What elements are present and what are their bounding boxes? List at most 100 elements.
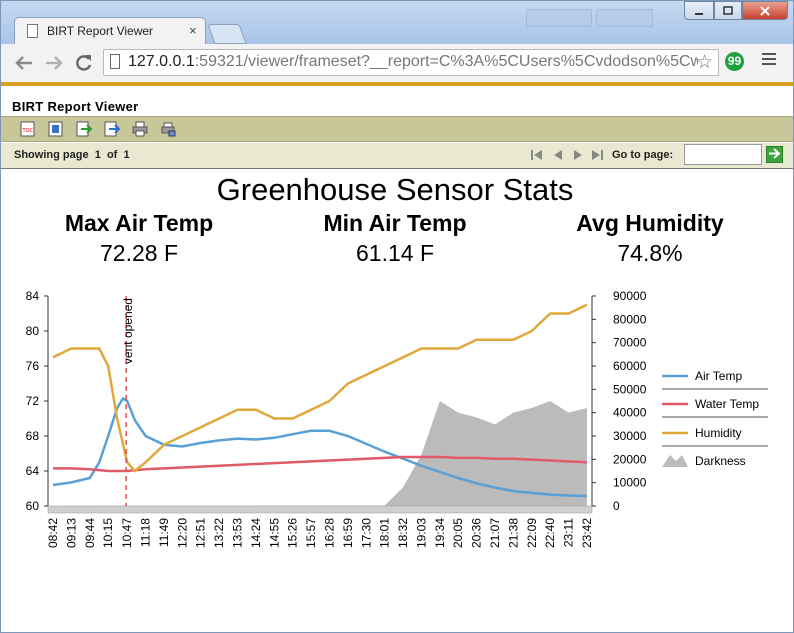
browser-toolbar: 127.0.0.1:59321/viewer/frameset?__report… xyxy=(0,44,794,82)
reload-icon[interactable] xyxy=(75,54,93,72)
url-text[interactable]: 127.0.0.1:59321/viewer/frameset?__report… xyxy=(128,53,698,71)
page-info: Showing page 1 of 1 xyxy=(14,149,130,161)
x-tick-label: 21:07 xyxy=(488,518,502,548)
browser-window: BIRT Report Viewer × 127.0.0.1:59321/vie… xyxy=(0,0,794,633)
y-right-tick-label: 90000 xyxy=(613,289,647,303)
y-left-tick-label: 64 xyxy=(26,464,40,478)
viewer-title: BIRT Report Viewer xyxy=(12,99,139,114)
current-page: 1 xyxy=(94,149,101,161)
x-tick-label: 08:42 xyxy=(46,518,60,548)
legend-swatch-darkness xyxy=(662,455,688,467)
of-label: of xyxy=(106,149,118,161)
x-tick-label: 10:47 xyxy=(120,518,134,548)
x-tick-label: 14:24 xyxy=(249,518,263,548)
toc-icon[interactable]: TOC xyxy=(20,121,36,137)
x-tick-label: 12:51 xyxy=(194,518,208,548)
y-left-tick-label: 68 xyxy=(26,429,40,443)
x-tick-label: 10:15 xyxy=(101,518,115,548)
x-tick-label: 13:53 xyxy=(231,518,245,548)
y-right-tick-label: 50000 xyxy=(613,382,647,396)
close-icon xyxy=(760,5,770,16)
parameters-icon[interactable] xyxy=(48,121,64,137)
y-left-tick-label: 60 xyxy=(26,499,40,513)
browser-tab[interactable]: BIRT Report Viewer × xyxy=(14,17,206,44)
minimize-button[interactable] xyxy=(684,1,714,20)
maximize-button[interactable] xyxy=(714,1,742,20)
back-arrow-icon[interactable] xyxy=(14,55,34,71)
y-right-tick-label: 60000 xyxy=(613,359,647,373)
bookmark-star-icon[interactable]: ☆ xyxy=(696,51,713,74)
y-left-tick-label: 80 xyxy=(26,324,40,338)
x-tick-label: 19:34 xyxy=(433,518,447,548)
x-tick-label: 15:57 xyxy=(304,518,318,548)
y-left-tick-label: 76 xyxy=(26,359,40,373)
export-report-icon[interactable] xyxy=(104,121,120,137)
x-tick-label: 23:11 xyxy=(562,518,576,547)
total-pages: 1 xyxy=(123,149,130,161)
x-tick-label: 11:49 xyxy=(157,518,171,547)
x-tick-label: 23:42 xyxy=(580,518,594,548)
x-tick-label: 14:55 xyxy=(267,518,281,548)
vent-annotation-label: vent opened xyxy=(121,298,135,364)
menu-icon[interactable] xyxy=(762,53,776,68)
stat-min-air-temp-label: Min Air Temp xyxy=(323,210,467,236)
y-right-tick-label: 80000 xyxy=(613,312,647,326)
x-tick-label: 12:20 xyxy=(175,518,189,548)
legend-label: Humidity xyxy=(695,426,742,440)
extension-icon[interactable]: 99 xyxy=(725,52,744,71)
y-right-tick-label: 20000 xyxy=(613,452,647,466)
print-icon[interactable] xyxy=(132,121,148,137)
x-tick-label: 16:28 xyxy=(322,518,336,548)
goto-page-button[interactable] xyxy=(766,146,783,163)
x-tick-label: 15:26 xyxy=(286,518,300,548)
next-page-icon[interactable] xyxy=(572,149,584,161)
x-tick-label: 11:18 xyxy=(139,518,153,547)
y-right-tick-label: 10000 xyxy=(613,476,647,490)
maximize-icon xyxy=(723,5,733,15)
url-path: :59321/viewer/frameset?__report=C%3A%5CU… xyxy=(194,53,698,70)
go-arrow-icon xyxy=(769,148,781,159)
x-tick-label: 22:40 xyxy=(543,518,557,548)
stat-max-air-temp-label: Max Air Temp xyxy=(64,210,214,236)
stat-avg-humidity-value: 74.8% xyxy=(617,240,683,266)
window-close-button[interactable] xyxy=(742,1,788,20)
forward-arrow-icon[interactable] xyxy=(44,55,64,71)
x-axis-band xyxy=(47,505,593,514)
y-right-tick-label: 0 xyxy=(613,499,620,513)
x-tick-label: 16:59 xyxy=(341,518,355,548)
print-server-icon[interactable] xyxy=(160,121,176,137)
first-page-icon[interactable] xyxy=(530,149,544,161)
address-bar[interactable]: 127.0.0.1:59321/viewer/frameset?__report… xyxy=(103,49,719,76)
stat-min-air-temp-value: 61.14 F xyxy=(356,240,434,266)
y-right-tick-label: 40000 xyxy=(613,406,647,420)
y-left-tick-label: 72 xyxy=(26,394,40,408)
report-title: Greenhouse Sensor Stats xyxy=(216,172,574,207)
background-window-blur xyxy=(526,9,592,27)
goto-page-input[interactable] xyxy=(684,144,762,165)
last-page-icon[interactable] xyxy=(590,149,604,161)
x-tick-label: 20:36 xyxy=(470,518,484,548)
toolbar-accent-bar xyxy=(0,82,794,86)
background-window-blur xyxy=(596,9,653,27)
x-tick-label: 09:13 xyxy=(64,518,78,548)
y-left-tick-label: 84 xyxy=(26,289,40,303)
url-host: 127.0.0.1 xyxy=(128,53,195,70)
tab-title: BIRT Report Viewer xyxy=(47,24,154,38)
page-icon xyxy=(110,54,120,69)
svg-text:TOC: TOC xyxy=(22,128,34,134)
y-right-tick-label: 70000 xyxy=(613,336,647,350)
x-tick-label: 18:32 xyxy=(396,518,410,548)
page-icon xyxy=(27,24,38,38)
showing-page-label: Showing page xyxy=(14,149,89,161)
close-tab-icon[interactable]: × xyxy=(189,23,197,38)
export-data-icon[interactable] xyxy=(76,121,92,137)
tab-strip: BIRT Report Viewer × xyxy=(0,0,794,44)
new-tab-button[interactable] xyxy=(207,24,247,44)
x-tick-label: 22:09 xyxy=(525,518,539,548)
page-navigation-bar: Showing page 1 of 1 Go to page: xyxy=(0,143,794,169)
previous-page-icon[interactable] xyxy=(552,149,564,161)
sensor-chart: 60 64 68 72 76 80 84 0 10000 20000 30000 40000 50000… xyxy=(26,289,768,548)
x-tick-label: 09:44 xyxy=(83,518,97,548)
x-tick-label: 20:05 xyxy=(451,518,465,548)
legend-label: Air Temp xyxy=(695,369,742,383)
